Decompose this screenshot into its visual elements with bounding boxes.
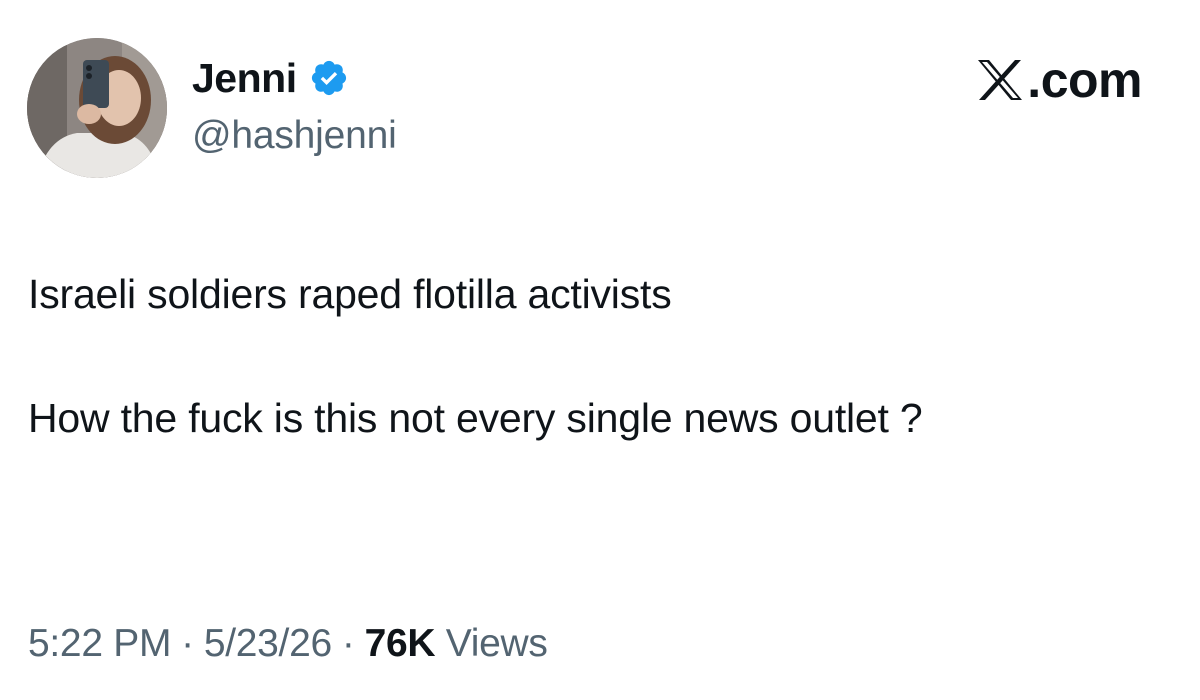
author-block: Jenni @hashjenni bbox=[192, 55, 397, 158]
brand-watermark: .com bbox=[975, 50, 1142, 110]
x-logo-icon bbox=[975, 55, 1025, 105]
tweet-meta: 5:22 PM · 5/23/26 · 76K Views bbox=[28, 622, 548, 666]
display-name[interactable]: Jenni bbox=[192, 55, 297, 102]
tweet-time[interactable]: 5:22 PM bbox=[28, 622, 171, 665]
tweet-text: Israeli soldiers raped flotilla activist… bbox=[28, 263, 1168, 449]
brand-domain: .com bbox=[1027, 52, 1142, 108]
tweet-header: Jenni @hashjenni .com bbox=[0, 0, 1200, 200]
meta-separator: · bbox=[181, 622, 194, 665]
avatar[interactable] bbox=[27, 38, 167, 178]
meta-separator: · bbox=[341, 622, 355, 665]
name-row: Jenni bbox=[192, 55, 397, 102]
avatar-image bbox=[27, 38, 167, 178]
verified-badge-icon[interactable] bbox=[309, 58, 349, 98]
views-label: Views bbox=[445, 622, 548, 665]
tweet-paragraph: How the fuck is this not every single ne… bbox=[28, 395, 923, 441]
views-count: 76K bbox=[364, 622, 436, 665]
tweet-date[interactable]: 5/23/26 bbox=[204, 622, 332, 665]
tweet-paragraph: Israeli soldiers raped flotilla activist… bbox=[28, 271, 672, 317]
user-handle[interactable]: @hashjenni bbox=[192, 114, 397, 158]
